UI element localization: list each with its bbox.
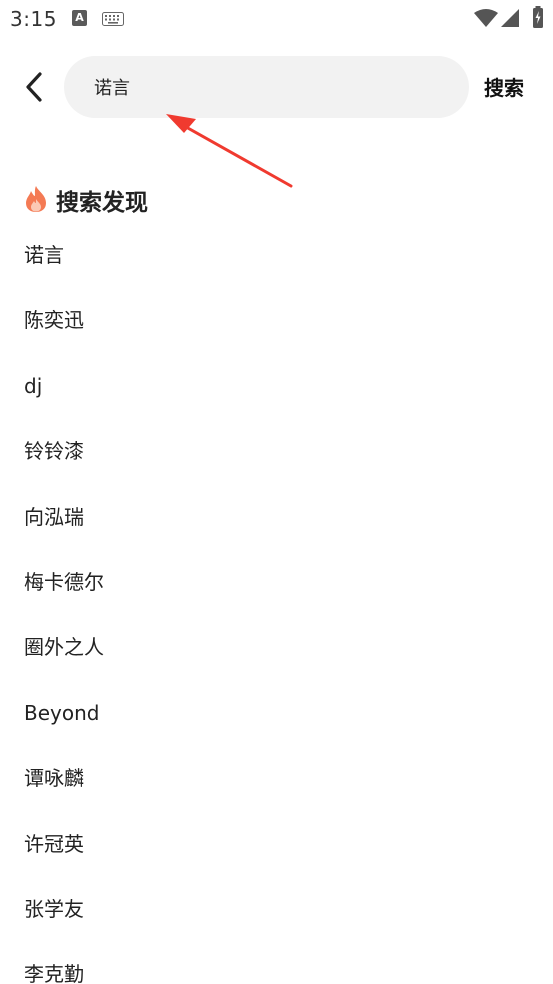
list-item[interactable]: Beyond [0,681,553,746]
battery-charging-icon [533,6,543,28]
list-item[interactable]: 向泓瑞 [0,485,553,550]
screen: 3:15 A 搜索 [0,0,553,984]
fire-icon [26,186,46,212]
keyboard-icon [102,12,124,26]
search-header: 搜索 [0,56,553,118]
list-item[interactable]: 铃铃漆 [0,419,553,484]
search-input[interactable] [94,70,444,104]
search-box[interactable] [64,56,469,118]
chevron-left-icon [26,72,42,102]
status-bar: 3:15 A [0,0,553,38]
list-item[interactable]: dj [0,354,553,419]
cellular-signal-icon [501,9,519,27]
section-title: 搜索发现 [56,190,148,216]
list-item[interactable]: 梅卡德尔 [0,550,553,615]
list-item[interactable]: 许冠英 [0,812,553,877]
list-item[interactable]: 张学友 [0,877,553,942]
list-item[interactable]: 陈奕迅 [0,288,553,353]
list-item[interactable]: 谭咏麟 [0,746,553,811]
search-button[interactable]: 搜索 [484,72,524,101]
list-item[interactable]: 圈外之人 [0,615,553,680]
discover-list: 诺言 陈奕迅 dj 铃铃漆 向泓瑞 梅卡德尔 圈外之人 Beyond 谭咏麟 许… [0,223,553,984]
status-time: 3:15 [10,7,57,31]
accessibility-a-icon: A [72,10,87,26]
list-item[interactable]: 李克勤 [0,942,553,984]
list-item[interactable]: 诺言 [0,223,553,288]
back-button[interactable] [18,68,52,106]
wifi-icon [474,9,498,27]
